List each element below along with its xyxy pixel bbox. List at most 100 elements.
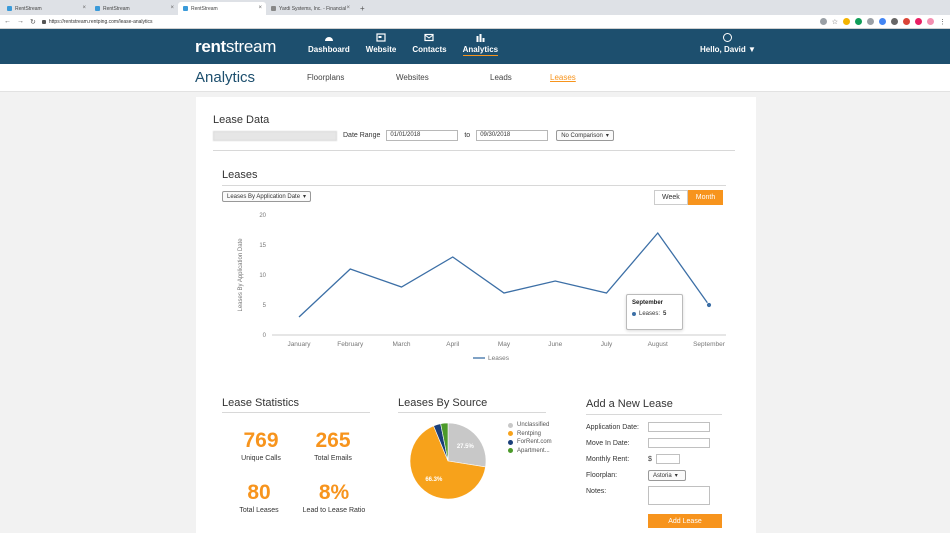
extension-icon[interactable] bbox=[891, 18, 898, 25]
end-date-input[interactable]: 09/30/2018 bbox=[476, 130, 549, 141]
user-menu[interactable]: Hello, David ▼ bbox=[700, 33, 756, 54]
extension-icon[interactable] bbox=[879, 18, 886, 25]
reload-icon[interactable]: ↻ bbox=[30, 18, 36, 26]
legend-item: Apartment... bbox=[508, 448, 552, 454]
date-range-label: Date Range bbox=[343, 132, 381, 139]
divider bbox=[398, 412, 546, 413]
chart-mode-select[interactable]: Leases By Application Date ▾ bbox=[222, 191, 312, 202]
tab-leads[interactable]: Leads bbox=[490, 73, 550, 82]
forward-icon[interactable]: → bbox=[17, 18, 24, 25]
series-point-highlight bbox=[706, 302, 712, 308]
extension-icons: ☆ ⋮ bbox=[819, 18, 946, 26]
document-icon bbox=[271, 6, 276, 11]
star-icon[interactable]: ☆ bbox=[832, 18, 838, 26]
source-legend: Unclassified Rentping ForRent.com Apartm… bbox=[508, 422, 552, 456]
x-tick-label: July bbox=[601, 341, 613, 348]
close-tab-icon[interactable]: × bbox=[82, 5, 86, 11]
tab-floorplans[interactable]: Floorplans bbox=[307, 73, 396, 82]
to-label: to bbox=[464, 132, 471, 139]
divider bbox=[222, 412, 370, 413]
close-tab-icon[interactable]: × bbox=[170, 5, 174, 11]
notes-label: Notes: bbox=[586, 488, 607, 495]
stat-total-emails: 265 Total Emails bbox=[314, 429, 352, 462]
close-tab-icon[interactable]: × bbox=[346, 5, 350, 11]
x-tick-label: August bbox=[648, 341, 668, 348]
leases-by-source-pie: 27.5% 66.3% bbox=[409, 422, 487, 500]
tab-websites[interactable]: Websites bbox=[396, 73, 490, 82]
lease-statistics-title: Lease Statistics bbox=[222, 397, 300, 409]
notes-textarea[interactable] bbox=[648, 486, 710, 505]
website-icon bbox=[376, 33, 386, 42]
caret-down-icon: ▾ bbox=[674, 473, 678, 479]
x-tick-label: March bbox=[392, 341, 410, 348]
legend-item: Rentping bbox=[508, 431, 552, 437]
nav-analytics[interactable]: Analytics bbox=[455, 33, 507, 56]
nav-website[interactable]: Website bbox=[358, 33, 405, 56]
lease-data-title: Lease Data bbox=[213, 114, 270, 126]
legend-item: Unclassified bbox=[508, 422, 552, 428]
property-select-blurred[interactable] bbox=[213, 130, 337, 141]
divider bbox=[586, 414, 722, 415]
main-nav: Dashboard Website Contacts Analytics bbox=[300, 33, 506, 56]
start-date-input[interactable]: 01/01/2018 bbox=[386, 130, 459, 141]
add-lease-button[interactable]: Add Lease bbox=[648, 514, 722, 528]
menu-icon[interactable]: ⋮ bbox=[939, 18, 946, 26]
x-tick-label: June bbox=[548, 341, 562, 348]
page-title: Analytics bbox=[195, 69, 256, 86]
browser-tab[interactable]: RentStream × bbox=[2, 2, 90, 15]
favicon-icon bbox=[7, 6, 12, 11]
nav-contacts[interactable]: Contacts bbox=[404, 33, 454, 56]
new-tab-button[interactable]: + bbox=[354, 2, 371, 15]
tab-leases[interactable]: Leases bbox=[550, 73, 576, 82]
series-dot-icon bbox=[632, 312, 636, 316]
leases-line-chart: 0 5 10 15 20 Leases By Application Date Januar… bbox=[238, 213, 726, 362]
dashboard-icon bbox=[324, 37, 333, 41]
extension-icon[interactable] bbox=[855, 18, 862, 25]
favicon-icon bbox=[95, 6, 100, 11]
contacts-icon bbox=[424, 33, 435, 42]
pie-slice-label: 66.3% bbox=[425, 477, 443, 483]
rentstream-logo[interactable]: rentstream bbox=[195, 37, 276, 57]
sub-header: Analytics Floorplans Websites Leads Leas… bbox=[0, 64, 950, 92]
extension-icon[interactable] bbox=[915, 18, 922, 25]
caret-down-icon: ▾ bbox=[303, 194, 307, 200]
currency-symbol: $ bbox=[648, 456, 652, 463]
y-tick-label: 5 bbox=[263, 303, 267, 309]
back-icon[interactable]: ← bbox=[4, 18, 11, 25]
move-in-date-input[interactable] bbox=[648, 438, 710, 448]
y-tick-label: 0 bbox=[263, 333, 267, 339]
monthly-rent-input[interactable] bbox=[656, 454, 680, 464]
stat-total-leases: 80 Total Leases bbox=[239, 481, 279, 514]
browser-tab-active[interactable]: RentStream × bbox=[178, 2, 266, 15]
comparison-select[interactable]: No Comparison ▾ bbox=[556, 130, 614, 141]
extension-icon[interactable] bbox=[843, 18, 850, 25]
application-date-input[interactable] bbox=[648, 422, 710, 432]
nav-dashboard[interactable]: Dashboard bbox=[300, 33, 358, 56]
floorplan-select[interactable]: Astoria ▾ bbox=[648, 470, 686, 481]
y-tick-label: 10 bbox=[259, 273, 266, 279]
zoom-icon[interactable] bbox=[819, 18, 827, 25]
caret-down-icon: ▼ bbox=[748, 45, 756, 54]
browser-tab[interactable]: RentStream × bbox=[90, 2, 178, 15]
divider bbox=[213, 150, 735, 151]
profile-icon[interactable] bbox=[927, 18, 934, 25]
y-tick-label: 20 bbox=[259, 213, 266, 219]
extension-icon[interactable] bbox=[903, 18, 910, 25]
url-field[interactable]: https://rentstream.rentping.com/lease-an… bbox=[41, 19, 153, 25]
stat-unique-calls: 769 Unique Calls bbox=[241, 429, 281, 462]
leases-chart-title: Leases bbox=[222, 169, 258, 181]
lease-analytics-card: Lease Data Date Range 01/01/2018 to 09/3… bbox=[196, 97, 756, 533]
add-lease-title: Add a New Lease bbox=[586, 398, 673, 410]
spacer bbox=[196, 389, 756, 390]
floorplan-label: Floorplan: bbox=[586, 472, 618, 479]
x-tick-label: April bbox=[446, 341, 460, 348]
user-avatar-icon bbox=[723, 33, 733, 42]
browser-tab[interactable]: Yardi Systems, Inc. - Financial × bbox=[266, 2, 354, 15]
x-tick-label: February bbox=[337, 341, 364, 348]
close-tab-icon[interactable]: × bbox=[258, 5, 262, 11]
address-bar: ← → ↻ https://rentstream.rentping.com/le… bbox=[0, 15, 950, 29]
lock-icon bbox=[41, 19, 46, 24]
caret-down-icon: ▾ bbox=[605, 133, 609, 139]
app-header: rentstream Dashboard Website Contacts An… bbox=[0, 29, 950, 64]
extension-icon[interactable] bbox=[867, 18, 874, 25]
